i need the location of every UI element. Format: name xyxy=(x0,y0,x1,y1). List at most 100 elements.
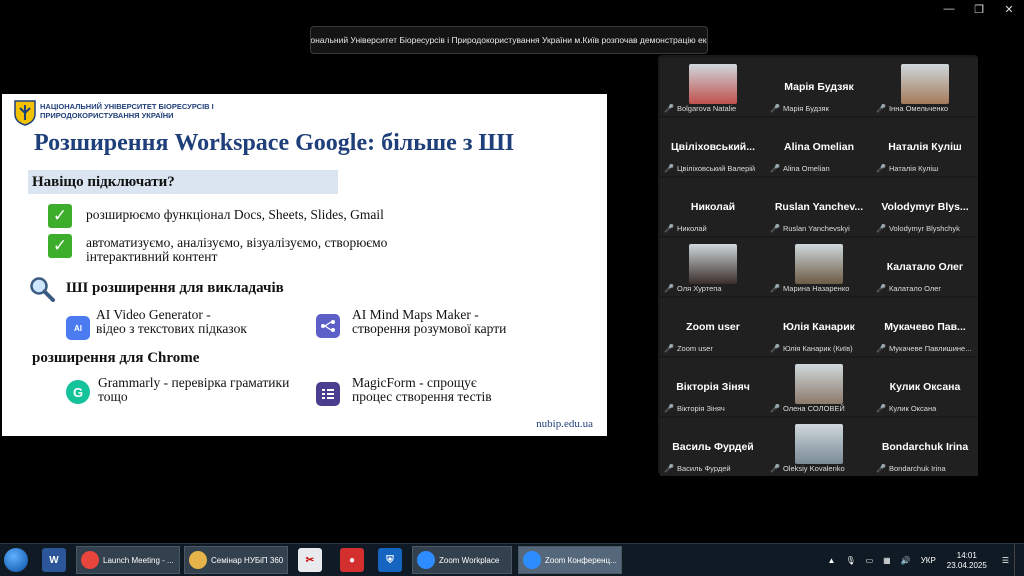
participant-label: 🎤 Кулик Оксана xyxy=(876,404,976,413)
extension-desc: створення розумової карти xyxy=(352,321,507,336)
share-banner-text: Національний Університет Біоресурсів і П… xyxy=(310,35,708,45)
participant-label: 🎤 Василь Фурдей xyxy=(664,464,764,473)
participant-label: 🎤 Мукачеве Павлишине... xyxy=(876,344,976,353)
participant-tile[interactable]: 🎤 Bolgarova Natalie xyxy=(660,58,766,116)
participant-tile[interactable]: Калатало Олег 🎤 Калатало Олег xyxy=(872,238,978,296)
university-name: НАЦІОНАЛЬНИЙ УНІВЕРСИТЕТ БІОРЕСУРСІВ І П… xyxy=(40,102,214,120)
network-icon[interactable]: ▦ xyxy=(883,556,891,565)
chrome-icon xyxy=(81,551,99,569)
participant-tile[interactable]: Zoom user 🎤 Zoom user xyxy=(660,298,766,356)
participant-tile[interactable]: 🎤 Oleksiy Kovalenko xyxy=(766,418,872,476)
check-mark-icon: ✓ xyxy=(48,234,72,258)
participant-tile[interactable]: Наталія Куліш 🎤 Наталія Куліш xyxy=(872,118,978,176)
window-controls: — ❐ ✕ xyxy=(934,0,1024,18)
mic-muted-icon: 🎤 xyxy=(664,344,674,353)
tray-expand-icon[interactable]: ▲ xyxy=(828,556,836,565)
extension-name: Grammarly - перевірка граматики xyxy=(98,375,290,390)
participant-label: 🎤 Bolgarova Natalie xyxy=(664,104,764,113)
mic-muted-icon: 🎤 xyxy=(876,164,886,173)
microphone-icon[interactable]: 🎙 xyxy=(845,556,855,565)
mic-muted-icon: 🎤 xyxy=(664,464,674,473)
participant-video xyxy=(689,64,737,104)
participant-tile[interactable]: Volodymyr Blys... 🎤 Volodymyr Blyshchyk xyxy=(872,178,978,236)
participant-display-name: Цвіліховський... xyxy=(670,141,756,153)
participant-label: 🎤 Вікторія Зіняч xyxy=(664,404,764,413)
mic-muted-icon: 🎤 xyxy=(770,344,780,353)
taskbar-button[interactable]: Семінар НУБіП 360 xyxy=(184,546,288,574)
participant-tile[interactable]: Николай 🎤 Николай xyxy=(660,178,766,236)
extension-name: AI Video Generator - xyxy=(96,307,211,322)
participant-label-text: Наталія Куліш xyxy=(888,164,939,173)
participant-label-text: Олена СОЛОВЕЙ xyxy=(782,404,845,413)
participant-tile[interactable]: Мукачево Пав... 🎤 Мукачеве Павлишине... xyxy=(872,298,978,356)
word-icon[interactable]: W xyxy=(42,548,66,572)
participant-tile[interactable]: Цвіліховський... 🎤 Цвіліховський Валерій xyxy=(660,118,766,176)
participant-label-text: Кулик Оксана xyxy=(888,404,937,413)
taskbar-button[interactable]: Zoom Workplace xyxy=(412,546,512,574)
participant-label: 🎤 Інна Омельченко xyxy=(876,104,976,113)
close-button[interactable]: ✕ xyxy=(994,0,1024,18)
battery-icon[interactable]: ▭ xyxy=(866,556,874,565)
taskbar-button[interactable]: Zoom Конференц... xyxy=(518,546,622,574)
volume-icon[interactable]: 🔊 xyxy=(901,556,911,565)
snipping-tool-icon[interactable]: ✂ xyxy=(298,548,322,572)
participant-video xyxy=(901,64,949,104)
screen-share-banner[interactable]: Національний Університет Біоресурсів і П… xyxy=(310,26,708,54)
participant-label: 🎤 Юлія Канарик (Київ) xyxy=(770,344,870,353)
participant-display-name: Volodymyr Blys... xyxy=(881,201,969,213)
participant-tile[interactable]: Alina Omelian 🎤 Alina Omelian xyxy=(766,118,872,176)
extension-desc: відео з текстових підказок xyxy=(96,321,247,336)
participant-tile[interactable]: Вікторія Зіняч 🎤 Вікторія Зіняч xyxy=(660,358,766,416)
extension-item: MagicForm - спрощує процес створення тес… xyxy=(352,376,582,404)
shield-app-icon[interactable]: ⛨ xyxy=(378,548,402,572)
participant-label-text: Ruslan Yanchevskyi xyxy=(782,224,850,233)
folder-icon xyxy=(189,551,207,569)
participant-tile[interactable]: Кулик Оксана 🎤 Кулик Оксана xyxy=(872,358,978,416)
participant-display-name: Наталія Куліш xyxy=(888,141,962,153)
mic-muted-icon: 🎤 xyxy=(876,464,886,473)
clock[interactable]: 14:01 23.04.2025 xyxy=(947,551,987,571)
participant-tile[interactable]: Ruslan Yanchev... 🎤 Ruslan Yanchevskyi xyxy=(766,178,872,236)
minimize-button[interactable]: — xyxy=(934,0,964,18)
clock-date: 23.04.2025 xyxy=(946,560,987,570)
participant-tile[interactable]: Bondarchuk Irina 🎤 Bondarchuk Irina xyxy=(872,418,978,476)
participant-tile[interactable]: Василь Фурдей 🎤 Василь Фурдей xyxy=(660,418,766,476)
mic-muted-icon: 🎤 xyxy=(770,284,780,293)
participant-video xyxy=(689,244,737,284)
extension-item: Grammarly - перевірка граматики тощо xyxy=(98,376,320,404)
ai-video-icon: AI xyxy=(66,316,90,340)
mic-muted-icon: 🎤 xyxy=(876,344,886,353)
participant-label-text: Николай xyxy=(676,224,707,233)
participant-tile[interactable]: 🎤 Олена СОЛОВЕЙ xyxy=(766,358,872,416)
show-desktop-button[interactable] xyxy=(1014,544,1024,576)
participant-label-text: Volodymyr Blyshchyk xyxy=(888,224,960,233)
participant-tile[interactable]: Марія Будзяк 🎤 Марія Будзяк xyxy=(766,58,872,116)
participant-label: 🎤 Марина Назаренко xyxy=(770,284,870,293)
language-indicator[interactable]: УКР xyxy=(921,556,936,565)
mic-muted-icon: 🎤 xyxy=(770,404,780,413)
start-button[interactable] xyxy=(4,548,28,572)
participant-label: 🎤 Калатало Олег xyxy=(876,284,976,293)
chrome-heading: розширення для Chrome xyxy=(32,350,200,366)
mic-muted-icon: 🎤 xyxy=(770,464,780,473)
participant-tile[interactable]: Юлія Канарик 🎤 Юлія Канарик (Київ) xyxy=(766,298,872,356)
participant-label: 🎤 Volodymyr Blyshchyk xyxy=(876,224,976,233)
mic-muted-icon: 🎤 xyxy=(664,224,674,233)
participant-tile[interactable]: 🎤 Марина Назаренко xyxy=(766,238,872,296)
participant-tile[interactable]: 🎤 Інна Омельченко xyxy=(872,58,978,116)
teachers-heading: ШІ розширення для викладачів xyxy=(66,280,284,296)
clock-time: 14:01 xyxy=(956,550,977,560)
participant-tile[interactable]: 🎤 Оля Хуртепа xyxy=(660,238,766,296)
magnifier-icon xyxy=(30,277,55,302)
extension-name: AI Mind Maps Maker - xyxy=(352,307,479,322)
participant-label-text: Марія Будзяк xyxy=(782,104,829,113)
extension-name: MagicForm - спрощує xyxy=(352,375,477,390)
taskbar-button[interactable]: Launch Meeting - ... xyxy=(76,546,180,574)
mic-muted-icon: 🎤 xyxy=(770,164,780,173)
participant-video xyxy=(795,244,843,284)
recorder-icon[interactable]: ● xyxy=(340,548,364,572)
participant-display-name: Калатало Олег xyxy=(886,261,964,273)
notifications-icon[interactable]: ☰ xyxy=(1002,556,1009,565)
restore-button[interactable]: ❐ xyxy=(964,0,994,18)
participant-label: 🎤 Bondarchuk Irina xyxy=(876,464,976,473)
